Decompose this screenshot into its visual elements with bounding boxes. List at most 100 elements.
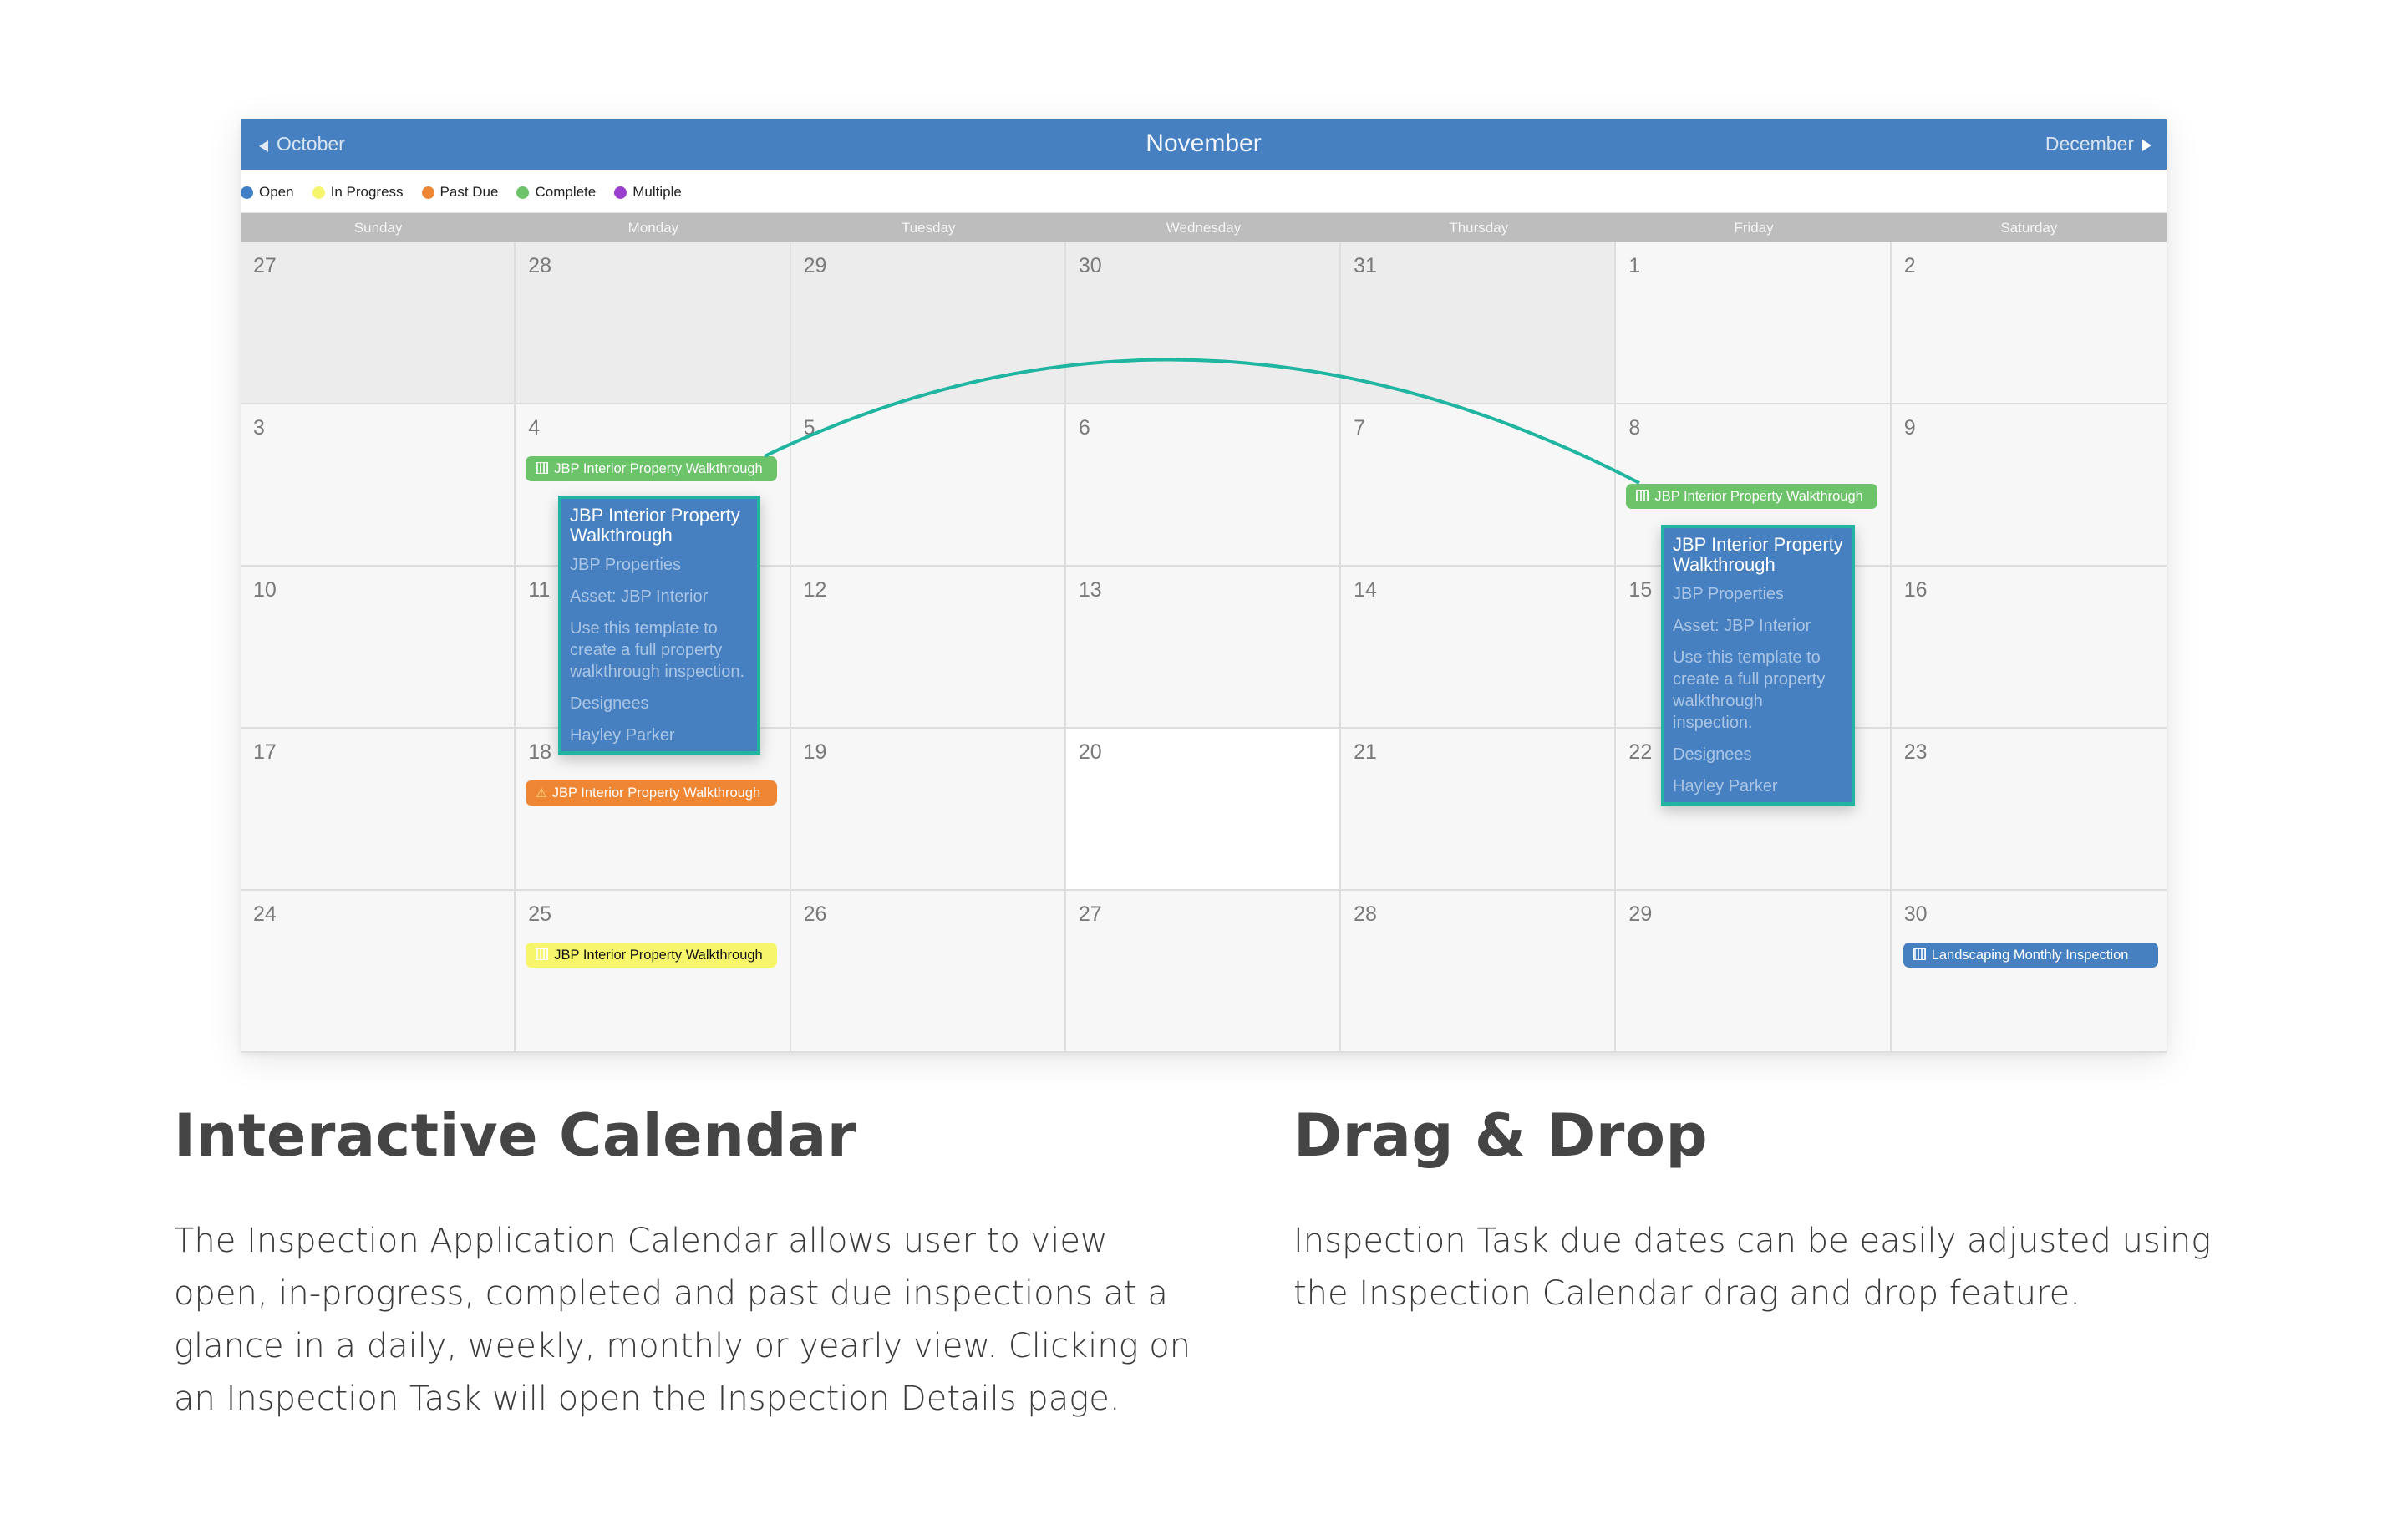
day-of-week-wednesday: Wednesday bbox=[1166, 220, 1242, 236]
day-number: 27 bbox=[1078, 902, 1102, 926]
event-title: Landscaping Monthly Inspection bbox=[1931, 948, 2129, 963]
calendar-grid-icon bbox=[536, 948, 549, 960]
day-cell[interactable]: 31 bbox=[1341, 242, 1617, 404]
next-month-label: December bbox=[2045, 133, 2134, 155]
inspection-event[interactable]: ⚠ JBP Interior Property Walkthrough bbox=[526, 780, 778, 806]
day-cell[interactable]: 13 bbox=[1065, 567, 1342, 729]
event-title: JBP Interior Property Walkthrough bbox=[1654, 489, 1863, 504]
day-cell[interactable]: 16 bbox=[1891, 567, 2167, 729]
section-body-interactive-calendar: The Inspection Application Calendar allo… bbox=[174, 1222, 1191, 1418]
day-number: 7 bbox=[1354, 416, 1366, 440]
inspection-detail-popup-dragged[interactable]: JBP Interior Property Walkthrough JBP Pr… bbox=[1661, 525, 1855, 806]
day-number: 30 bbox=[1903, 902, 1928, 926]
day-number: 20 bbox=[1078, 740, 1102, 764]
status-dot-icon bbox=[241, 186, 253, 199]
calendar-grid-icon bbox=[1913, 948, 1926, 960]
day-cell[interactable]: 28 bbox=[1341, 891, 1617, 1053]
status-dot-icon bbox=[516, 186, 530, 199]
day-number: 9 bbox=[1903, 416, 1916, 440]
day-cell[interactable]: 1 bbox=[1616, 242, 1892, 404]
legend-label: Open bbox=[259, 184, 294, 200]
calendar: October November December Open In Progres… bbox=[241, 119, 2167, 1053]
calendar-grid-icon bbox=[1636, 490, 1649, 501]
day-of-week-monday: Monday bbox=[627, 220, 679, 236]
day-number: 21 bbox=[1354, 740, 1377, 764]
day-number: 26 bbox=[803, 902, 827, 926]
day-cell[interactable]: 26 bbox=[790, 891, 1066, 1053]
section-title-interactive-calendar: Interactive Calendar bbox=[174, 1101, 856, 1170]
day-cell[interactable]: 24 bbox=[241, 891, 516, 1053]
day-number: 29 bbox=[1628, 902, 1653, 926]
day-number: 30 bbox=[1078, 254, 1102, 277]
legend-label: In Progress bbox=[330, 184, 404, 200]
day-cell[interactable]: 29 bbox=[790, 242, 1066, 404]
inspection-event[interactable]: JBP Interior Property Walkthrough bbox=[526, 456, 778, 481]
day-number: 16 bbox=[1903, 578, 1928, 602]
day-number: 11 bbox=[528, 578, 551, 602]
day-number: 27 bbox=[253, 254, 277, 277]
day-cell[interactable]: 30 Landscaping Monthly Inspection bbox=[1891, 891, 2167, 1053]
day-number: 8 bbox=[1628, 416, 1641, 440]
popup-title: JBP Interior Property Walkthrough bbox=[570, 505, 740, 546]
popup-designees-label: Designees bbox=[1673, 745, 1752, 764]
status-legend: Open In Progress Past Due Complete Multiple bbox=[241, 170, 2167, 212]
day-of-week-sunday: Sunday bbox=[353, 220, 403, 236]
day-cell[interactable]: 19 bbox=[790, 729, 1066, 891]
day-number: 19 bbox=[803, 740, 827, 764]
inspection-detail-popup[interactable]: JBP Interior Property Walkthrough JBP Pr… bbox=[558, 496, 760, 755]
day-cell[interactable]: 27 bbox=[241, 242, 516, 404]
caret-right-icon bbox=[2142, 139, 2151, 151]
legend-label: Multiple bbox=[632, 184, 682, 200]
popup-company: JBP Properties bbox=[570, 556, 682, 574]
month-grid: 27 28 29 30 31 1 2 3 4 JBP Interior Property Walk… bbox=[241, 242, 2167, 1053]
day-cell[interactable]: 14 bbox=[1341, 567, 1617, 729]
day-number: 6 bbox=[1078, 416, 1090, 440]
day-number: 2 bbox=[1903, 254, 1916, 277]
event-title: JBP Interior Property Walkthrough bbox=[554, 948, 763, 963]
event-title: JBP Interior Property Walkthrough bbox=[551, 785, 761, 801]
popup-designee: Hayley Parker bbox=[1673, 777, 1778, 795]
day-cell[interactable]: 21 bbox=[1341, 729, 1617, 891]
day-number: 25 bbox=[528, 902, 552, 926]
day-number: 24 bbox=[253, 902, 277, 926]
legend-item-in-progress: In Progress bbox=[312, 184, 404, 201]
day-cell[interactable]: 9 bbox=[1891, 404, 2167, 567]
day-cell[interactable]: 7 bbox=[1341, 404, 1617, 567]
inspection-event[interactable]: JBP Interior Property Walkthrough bbox=[526, 943, 778, 968]
day-cell[interactable]: 12 bbox=[790, 567, 1066, 729]
day-cell[interactable]: 23 bbox=[1891, 729, 2167, 891]
calendar-grid-icon bbox=[536, 462, 549, 474]
day-cell[interactable]: 25 JBP Interior Property Walkthrough bbox=[516, 891, 791, 1053]
popup-title: JBP Interior Property Walkthrough bbox=[1673, 534, 1843, 575]
day-number: 17 bbox=[253, 740, 277, 764]
day-cell[interactable]: 28 bbox=[516, 242, 791, 404]
day-cell-today[interactable]: 20 bbox=[1065, 729, 1342, 891]
day-number: 28 bbox=[1354, 902, 1377, 926]
day-cell[interactable]: 6 bbox=[1065, 404, 1342, 567]
warning-icon: ⚠ bbox=[536, 786, 547, 801]
day-number: 18 bbox=[528, 740, 552, 764]
day-cell[interactable]: 10 bbox=[241, 567, 516, 729]
day-number: 13 bbox=[1078, 578, 1102, 602]
section-body-drag-drop: Inspection Task due dates can be easily … bbox=[1293, 1222, 2212, 1313]
day-number: 31 bbox=[1354, 254, 1377, 277]
day-of-week-friday: Friday bbox=[1734, 220, 1774, 236]
day-number: 12 bbox=[803, 578, 827, 602]
next-month-button[interactable]: December bbox=[2045, 133, 2151, 155]
popup-description: Use this template to create a full prope… bbox=[1673, 648, 1826, 732]
day-cell[interactable]: 2 bbox=[1891, 242, 2167, 404]
popup-company: JBP Properties bbox=[1673, 585, 1785, 603]
inspection-event[interactable]: JBP Interior Property Walkthrough bbox=[1626, 484, 1878, 509]
day-cell[interactable]: 29 bbox=[1616, 891, 1892, 1053]
legend-item-complete: Complete bbox=[516, 184, 596, 201]
legend-item-multiple: Multiple bbox=[614, 184, 682, 201]
day-cell[interactable]: 27 bbox=[1065, 891, 1342, 1053]
day-cell[interactable]: 30 bbox=[1065, 242, 1342, 404]
inspection-event[interactable]: Landscaping Monthly Inspection bbox=[1903, 943, 2158, 968]
day-cell[interactable]: 5 bbox=[790, 404, 1066, 567]
day-cell[interactable]: 3 bbox=[241, 404, 516, 567]
day-cell[interactable]: 17 bbox=[241, 729, 516, 891]
section-title-drag-drop: Drag & Drop bbox=[1293, 1101, 1709, 1170]
day-number: 29 bbox=[803, 254, 827, 277]
popup-description: Use this template to create a full prope… bbox=[570, 619, 745, 681]
